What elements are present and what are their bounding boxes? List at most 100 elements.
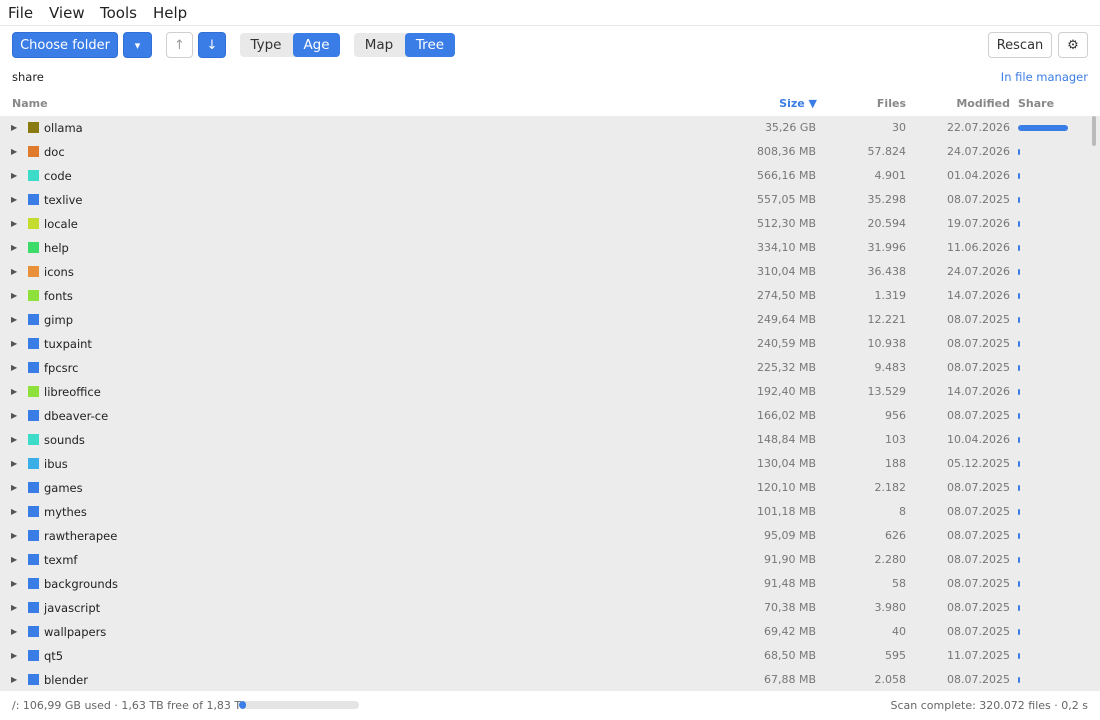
folder-color-swatch [28,650,39,661]
table-row[interactable]: ▶ rawtherapee 95,09 MB 626 08.07.2025 [0,524,1100,548]
expand-arrow-icon[interactable]: ▶ [11,603,17,612]
expand-arrow-icon[interactable]: ▶ [11,507,17,516]
share-bar [1018,653,1020,659]
expand-arrow-icon[interactable]: ▶ [11,579,17,588]
table-row[interactable]: ▶ wallpapers 69,42 MB 40 08.07.2025 [0,620,1100,644]
expand-arrow-icon[interactable]: ▶ [11,675,17,684]
menu-file[interactable]: File [8,4,33,22]
column-name-header[interactable]: Name [12,97,48,110]
folder-color-swatch [28,578,39,589]
rescan-button[interactable]: Rescan [988,32,1052,58]
expand-arrow-icon[interactable]: ▶ [11,195,17,204]
column-files-header[interactable]: Files [877,97,906,110]
share-bar [1018,605,1020,611]
expand-arrow-icon[interactable]: ▶ [11,243,17,252]
disk-usage-text: /: 106,99 GB used · 1,63 TB free of 1,83… [12,699,249,712]
view-mode-tree[interactable]: Tree [405,33,455,57]
settings-gear-icon[interactable]: ⚙ [1058,32,1088,58]
expand-arrow-icon[interactable]: ▶ [11,435,17,444]
share-bar [1018,365,1020,371]
expand-arrow-icon[interactable]: ▶ [11,147,17,156]
expand-arrow-icon[interactable]: ▶ [11,411,17,420]
folder-size: 68,50 MB [763,649,816,662]
expand-arrow-icon[interactable]: ▶ [11,459,17,468]
table-row[interactable]: ▶ sounds 148,84 MB 103 10.04.2026 [0,428,1100,452]
folder-color-swatch [28,338,39,349]
table-row[interactable]: ▶ gimp 249,64 MB 12.221 08.07.2025 [0,308,1100,332]
folder-file-count: 4.901 [874,169,907,182]
menu-view[interactable]: View [49,4,85,22]
open-in-file-manager-link[interactable]: In file manager [1001,70,1088,84]
table-row[interactable]: ▶ qt5 68,50 MB 595 11.07.2025 [0,644,1100,668]
expand-arrow-icon[interactable]: ▶ [11,651,17,660]
expand-arrow-icon[interactable]: ▶ [11,531,17,540]
folder-modified-date: 24.07.2026 [947,145,1010,158]
table-row[interactable]: ▶ ollama 35,26 GB 30 22.07.2026 [0,116,1100,140]
sort-descending-button[interactable]: ↓ [198,32,226,58]
column-share-header[interactable]: Share [1018,97,1054,110]
table-row[interactable]: ▶ javascript 70,38 MB 3.980 08.07.2025 [0,596,1100,620]
table-row[interactable]: ▶ texmf 91,90 MB 2.280 08.07.2025 [0,548,1100,572]
folder-file-count: 36.438 [867,265,907,278]
expand-arrow-icon[interactable]: ▶ [11,555,17,564]
sort-ascending-button[interactable]: ↑ [166,32,193,58]
table-row[interactable]: ▶ fpcsrc 225,32 MB 9.483 08.07.2025 [0,356,1100,380]
expand-arrow-icon[interactable]: ▶ [11,291,17,300]
table-row[interactable]: ▶ fonts 274,50 MB 1.319 14.07.2026 [0,284,1100,308]
table-row[interactable]: ▶ doc 808,36 MB 57.824 24.07.2026 [0,140,1100,164]
folder-size: 249,64 MB [756,313,816,326]
status-bar: /: 106,99 GB used · 1,63 TB free of 1,83… [0,692,1100,720]
expand-arrow-icon[interactable]: ▶ [11,363,17,372]
share-bar [1018,485,1020,491]
table-row[interactable]: ▶ locale 512,30 MB 20.594 19.07.2026 [0,212,1100,236]
expand-arrow-icon[interactable]: ▶ [11,339,17,348]
table-row[interactable]: ▶ texlive 557,05 MB 35.298 08.07.2025 [0,188,1100,212]
folder-size: 566,16 MB [756,169,816,182]
column-size-header[interactable]: Size ▼ [779,97,817,110]
share-bar [1018,509,1020,515]
color-mode-type[interactable]: Type [240,33,292,57]
menu-help[interactable]: Help [153,4,187,22]
scan-status-text: Scan complete: 320.072 files · 0,2 s [890,699,1088,712]
folder-file-count: 595 [885,649,906,662]
table-row[interactable]: ▶ backgrounds 91,48 MB 58 08.07.2025 [0,572,1100,596]
table-row[interactable]: ▶ libreoffice 192,40 MB 13.529 14.07.2026 [0,380,1100,404]
folder-name: tuxpaint [44,337,92,351]
expand-arrow-icon[interactable]: ▶ [11,627,17,636]
table-row[interactable]: ▶ dbeaver-ce 166,02 MB 956 08.07.2025 [0,404,1100,428]
table-row[interactable]: ▶ code 566,16 MB 4.901 01.04.2026 [0,164,1100,188]
expand-arrow-icon[interactable]: ▶ [11,267,17,276]
table-row[interactable]: ▶ mythes 101,18 MB 8 08.07.2025 [0,500,1100,524]
share-bar [1018,317,1020,323]
share-bar [1018,677,1020,683]
choose-folder-button[interactable]: Choose folder [12,32,118,58]
folder-size: 101,18 MB [756,505,816,518]
expand-arrow-icon[interactable]: ▶ [11,483,17,492]
share-bar [1018,293,1020,299]
table-row[interactable]: ▶ blender 67,88 MB 2.058 08.07.2025 [0,668,1100,691]
table-row[interactable]: ▶ icons 310,04 MB 36.438 24.07.2026 [0,260,1100,284]
folder-file-count: 13.529 [867,385,907,398]
menu-bar: File View Tools Help [0,0,1100,26]
table-row[interactable]: ▶ games 120,10 MB 2.182 08.07.2025 [0,476,1100,500]
column-modified-header[interactable]: Modified [956,97,1010,110]
table-row[interactable]: ▶ tuxpaint 240,59 MB 10.938 08.07.2025 [0,332,1100,356]
expand-arrow-icon[interactable]: ▶ [11,387,17,396]
view-mode-map[interactable]: Map [354,33,404,57]
table-row[interactable]: ▶ ibus 130,04 MB 188 05.12.2025 [0,452,1100,476]
expand-arrow-icon[interactable]: ▶ [11,123,17,132]
folder-color-swatch [28,674,39,685]
folder-color-swatch [28,266,39,277]
menu-tools[interactable]: Tools [100,4,137,22]
expand-arrow-icon[interactable]: ▶ [11,171,17,180]
share-bar [1018,221,1020,227]
vertical-scrollbar[interactable] [1092,116,1096,146]
expand-arrow-icon[interactable]: ▶ [11,315,17,324]
color-mode-age[interactable]: Age [293,33,340,57]
folder-modified-date: 22.07.2026 [947,121,1010,134]
table-row[interactable]: ▶ help 334,10 MB 31.996 11.06.2026 [0,236,1100,260]
folder-modified-date: 08.07.2025 [947,481,1010,494]
folder-dropdown-button[interactable]: ▾ [123,32,152,58]
folder-color-swatch [28,218,39,229]
expand-arrow-icon[interactable]: ▶ [11,219,17,228]
